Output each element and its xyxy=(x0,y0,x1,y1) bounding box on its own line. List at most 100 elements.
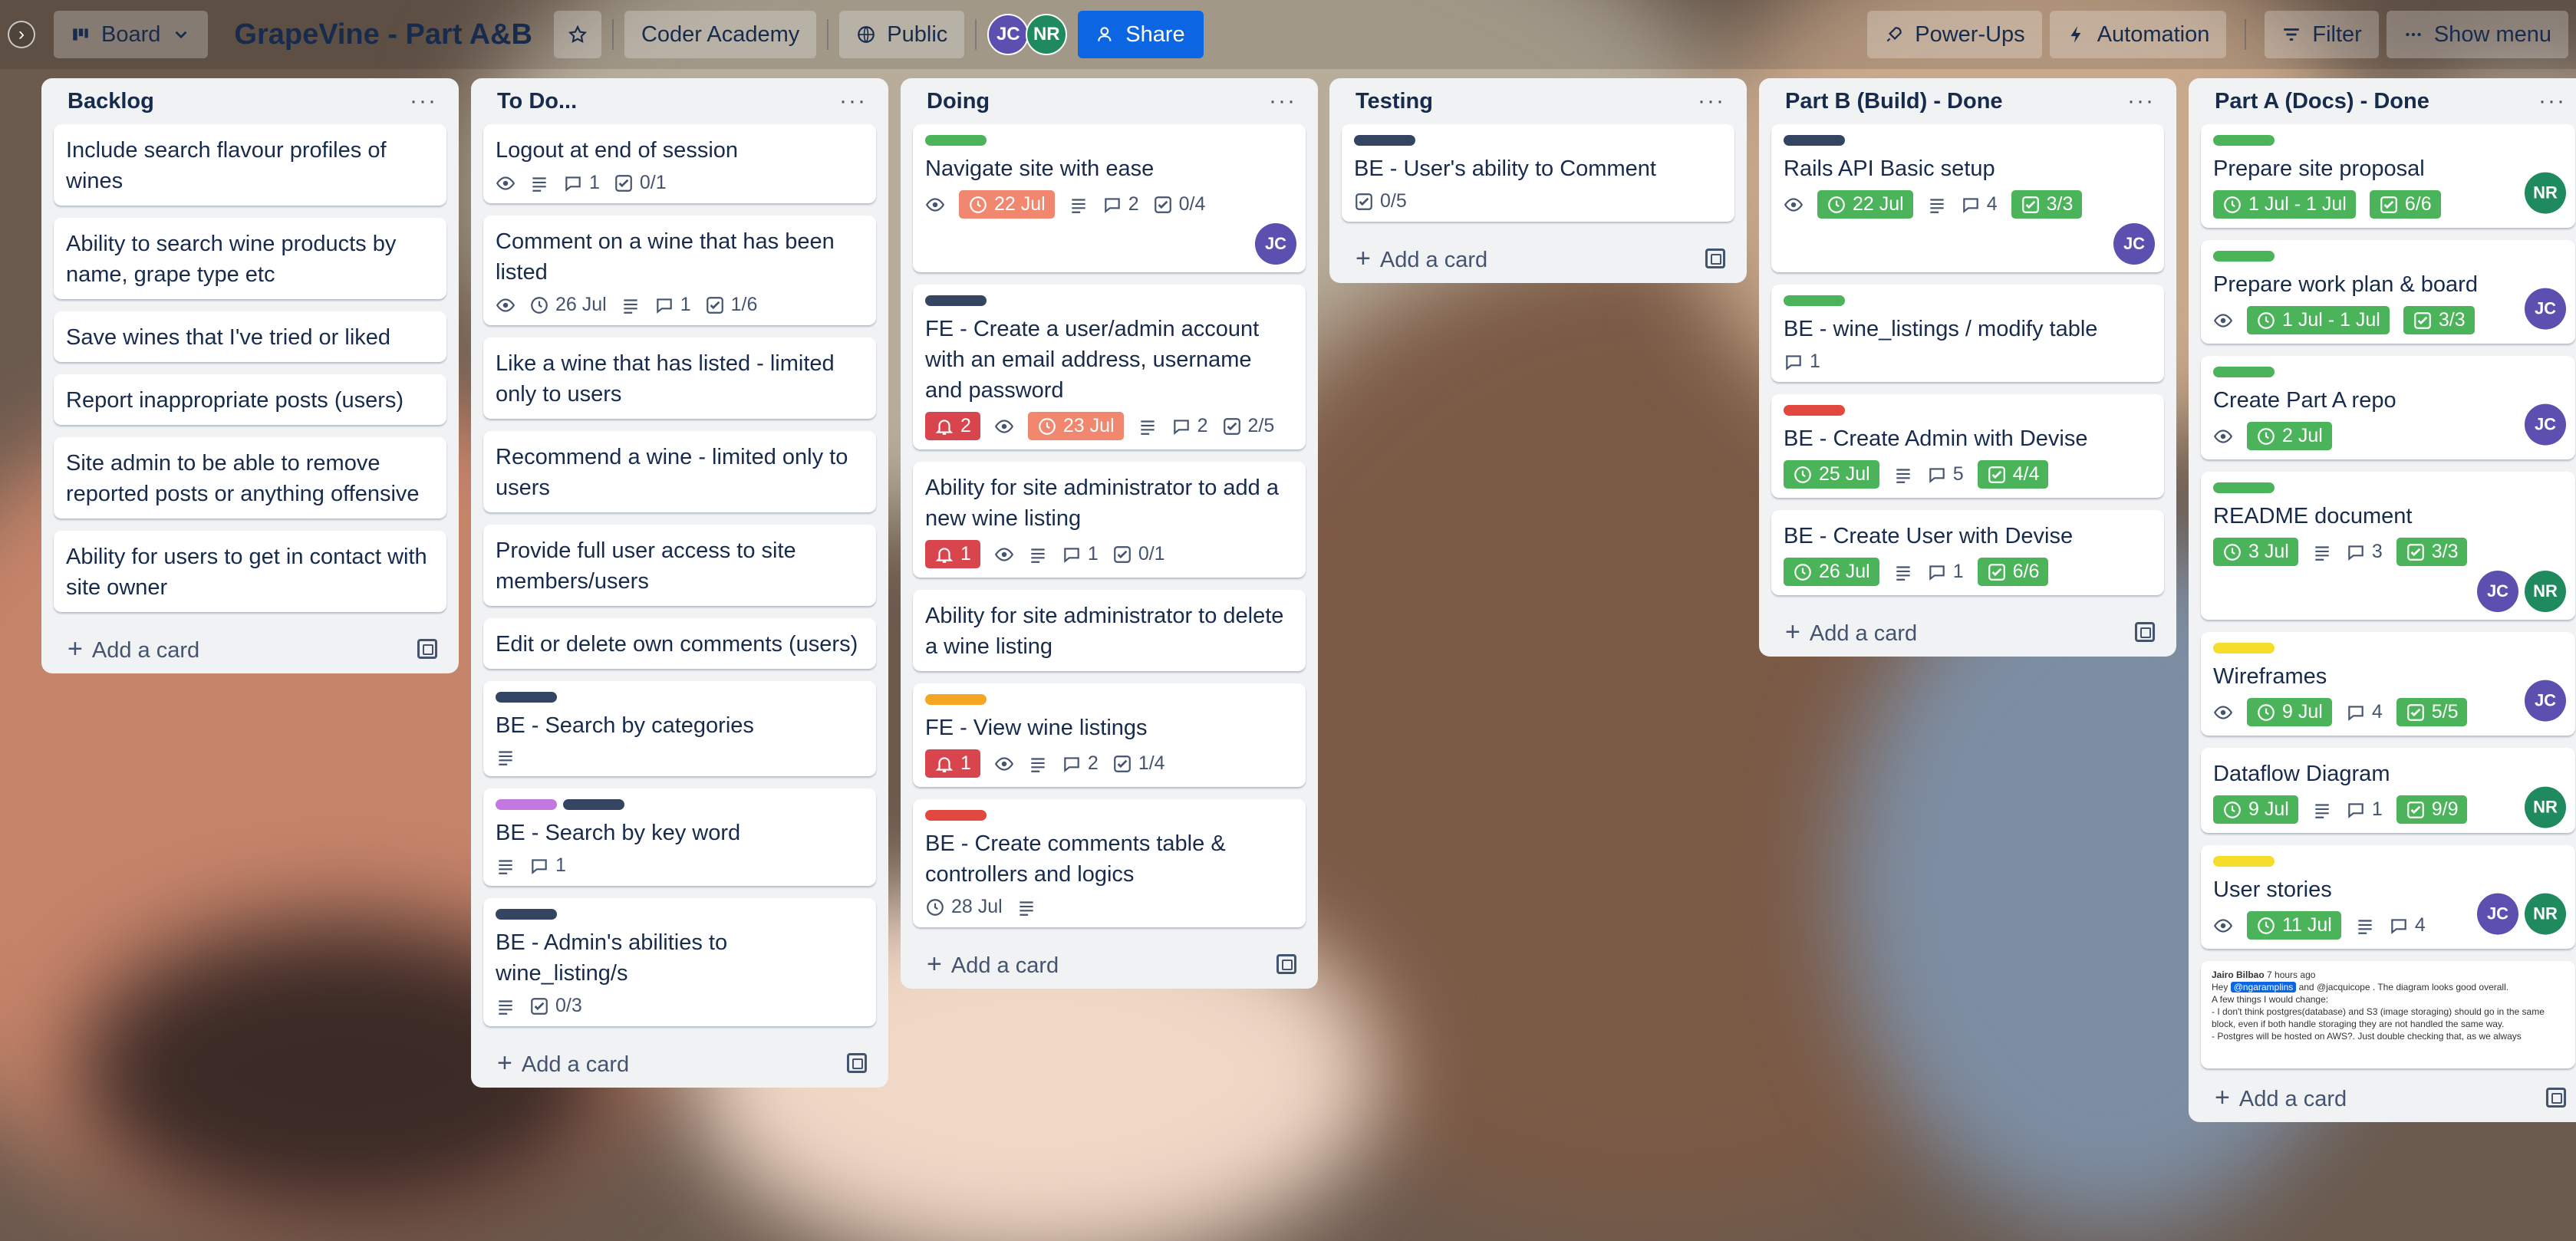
due-date-badge[interactable]: 22 Jul xyxy=(1817,190,1913,219)
due-date-badge[interactable]: 1 Jul - 1 Jul xyxy=(2213,190,2356,219)
due-date-badge[interactable]: 26 Jul xyxy=(1784,558,1879,586)
due-date-badge[interactable]: 9 Jul xyxy=(2213,795,2298,824)
card[interactable]: Ability to search wine products by name,… xyxy=(54,218,446,299)
board-title[interactable]: GrapeVine - Part A&B xyxy=(234,18,532,51)
label-navy[interactable] xyxy=(1784,135,1845,146)
add-card-button[interactable]: + Add a card xyxy=(54,624,446,673)
add-card-action[interactable]: + Add a card xyxy=(497,1048,629,1078)
list-menu-icon[interactable]: ··· xyxy=(2127,88,2155,114)
avatar[interactable]: NR xyxy=(2525,893,2566,935)
label-yellow[interactable] xyxy=(2213,856,2275,867)
card[interactable]: Site admin to be able to remove reported… xyxy=(54,437,446,518)
list-menu-icon[interactable]: ··· xyxy=(2538,88,2566,114)
card[interactable]: Rails API Basic setup 22 Jul 4 3/3 JC xyxy=(1771,124,2164,272)
add-card-button[interactable]: + Add a card xyxy=(1771,607,2164,657)
card[interactable]: BE - Search by categories xyxy=(483,681,876,776)
list-menu-icon[interactable]: ··· xyxy=(1269,88,1296,114)
avatar[interactable]: NR xyxy=(2525,172,2566,214)
card[interactable]: BE - Create Admin with Devise 25 Jul 5 4/4 xyxy=(1771,394,2164,498)
label-navy[interactable] xyxy=(563,799,624,810)
card-template-icon[interactable] xyxy=(2546,1088,2566,1108)
card[interactable]: Provide full user access to site members… xyxy=(483,525,876,606)
card[interactable]: Include search flavour profiles of wines xyxy=(54,124,446,206)
add-card-action[interactable]: + Add a card xyxy=(1356,244,1487,274)
card[interactable]: User stories 11 Jul 4 JC NR xyxy=(2201,845,2575,949)
card[interactable]: BE - Admin's abilities to wine_listing/s… xyxy=(483,898,876,1026)
card[interactable]: Create Part A repo 2 Jul JC xyxy=(2201,356,2575,459)
card[interactable]: Ability for users to get in contact with… xyxy=(54,531,446,612)
card[interactable]: FE - Create a user/admin account with an… xyxy=(913,285,1306,449)
list-menu-icon[interactable]: ··· xyxy=(410,88,437,114)
label-green[interactable] xyxy=(925,135,987,146)
avatar[interactable]: JC xyxy=(2477,893,2518,935)
card[interactable]: Wireframes 9 Jul 4 5/5 JC xyxy=(2201,632,2575,736)
card-template-icon[interactable] xyxy=(1705,249,1725,268)
add-card-button[interactable]: + Add a card xyxy=(2201,1073,2575,1122)
card[interactable]: README document 3 Jul 3 3/3 JC NR xyxy=(2201,472,2575,620)
due-date-badge[interactable]: 2 Jul xyxy=(2247,422,2332,450)
label-navy[interactable] xyxy=(1354,135,1415,146)
avatar[interactable]: JC xyxy=(2525,288,2566,330)
add-card-action[interactable]: + Add a card xyxy=(68,634,199,664)
card[interactable]: Ability for site administrator to add a … xyxy=(913,462,1306,578)
due-date-badge[interactable]: 23 Jul xyxy=(1027,412,1124,440)
due-date-badge[interactable]: 3 Jul xyxy=(2213,538,2298,566)
card[interactable]: Prepare work plan & board 1 Jul - 1 Jul 3/… xyxy=(2201,240,2575,344)
card[interactable]: Save wines that I've tried or liked xyxy=(54,311,446,362)
power-ups-button[interactable]: Power-Ups xyxy=(1867,11,2042,58)
card[interactable]: Dataflow Diagram 9 Jul 1 9/9 NR xyxy=(2201,748,2575,833)
avatar[interactable]: JC xyxy=(2525,680,2566,722)
avatar[interactable]: JC xyxy=(2525,403,2566,446)
label-green[interactable] xyxy=(1784,295,1845,306)
card[interactable]: Like a wine that has listed - limited on… xyxy=(483,337,876,419)
board-view-switcher[interactable]: Board xyxy=(54,11,209,58)
due-date-badge[interactable]: 1 Jul - 1 Jul xyxy=(2247,306,2390,334)
avatar[interactable]: JC xyxy=(987,14,1029,55)
show-menu-button[interactable]: Show menu xyxy=(2386,11,2568,58)
card[interactable]: Comment on a wine that has been listed 26… xyxy=(483,216,876,325)
card[interactable]: Prepare site proposal 1 Jul - 1 Jul 6/6 NR xyxy=(2201,124,2575,228)
label-green[interactable] xyxy=(2213,482,2275,493)
add-card-button[interactable]: + Add a card xyxy=(1342,234,1734,283)
card-template-icon[interactable] xyxy=(847,1053,867,1073)
label-green[interactable] xyxy=(2213,251,2275,262)
card[interactable]: BE - Create comments table & controllers… xyxy=(913,799,1306,927)
card[interactable]: BE - User's ability to Comment 0/5 xyxy=(1342,124,1734,222)
add-card-action[interactable]: + Add a card xyxy=(2215,1083,2347,1113)
visibility-button[interactable]: Public xyxy=(839,11,965,58)
avatar[interactable]: JC xyxy=(2477,571,2518,612)
label-yellow[interactable] xyxy=(2213,643,2275,653)
add-card-button[interactable]: + Add a card xyxy=(913,940,1306,989)
card[interactable]: FE - View wine listings 1 2 1/4 xyxy=(913,683,1306,787)
label-orange[interactable] xyxy=(925,694,987,705)
avatar[interactable]: NR xyxy=(2525,571,2566,612)
share-button[interactable]: Share xyxy=(1078,11,1204,58)
label-navy[interactable] xyxy=(496,909,557,920)
filter-button[interactable]: Filter xyxy=(2265,11,2379,58)
add-card-action[interactable]: + Add a card xyxy=(1785,617,1917,647)
label-green[interactable] xyxy=(2213,135,2275,146)
avatar[interactable]: NR xyxy=(1026,14,1068,55)
due-date-badge[interactable]: 9 Jul xyxy=(2247,698,2332,726)
card[interactable]: Recommend a wine - limited only to users xyxy=(483,431,876,512)
card[interactable]: Logout at end of session 1 0/1 xyxy=(483,124,876,203)
label-red[interactable] xyxy=(925,810,987,821)
card-template-icon[interactable] xyxy=(417,639,437,659)
due-date-badge[interactable]: 25 Jul xyxy=(1784,460,1879,489)
label-green[interactable] xyxy=(2213,367,2275,377)
add-card-action[interactable]: + Add a card xyxy=(927,950,1059,979)
avatar[interactable]: JC xyxy=(2113,223,2155,265)
due-date-badge[interactable]: 26 Jul xyxy=(529,294,607,316)
label-navy[interactable] xyxy=(925,295,987,306)
list-menu-icon[interactable]: ··· xyxy=(839,88,867,114)
workspace-button[interactable]: Coder Academy xyxy=(624,11,817,58)
card[interactable]: Ability for site administrator to delete… xyxy=(913,590,1306,671)
list-menu-icon[interactable]: ··· xyxy=(1698,88,1725,114)
due-date-badge[interactable]: 11 Jul xyxy=(2247,911,2341,940)
star-button[interactable] xyxy=(553,11,601,58)
avatar[interactable]: NR xyxy=(2525,786,2566,828)
label-red[interactable] xyxy=(1784,405,1845,416)
add-card-button[interactable]: + Add a card xyxy=(483,1039,876,1088)
card-template-icon[interactable] xyxy=(2135,622,2155,642)
card[interactable]: Navigate site with ease 22 Jul 2 0/4 JC xyxy=(913,124,1306,272)
